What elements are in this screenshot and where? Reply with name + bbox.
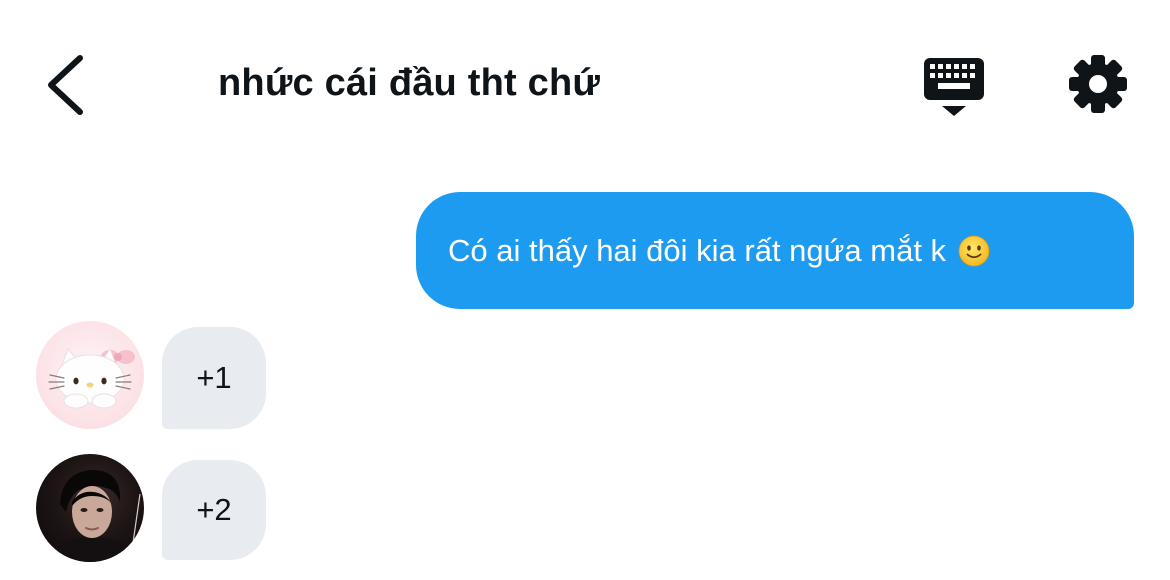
slightly-smiling-face-icon bbox=[958, 235, 990, 266]
avatar[interactable] bbox=[36, 454, 144, 562]
incoming-message-text: +2 bbox=[196, 492, 232, 527]
conversation-title: nhức cái đầu tht chứ bbox=[218, 62, 601, 104]
keyboard-button[interactable] bbox=[918, 52, 990, 122]
person-avatar-icon bbox=[54, 470, 141, 562]
avatar[interactable] bbox=[36, 321, 144, 429]
settings-button[interactable] bbox=[1064, 50, 1132, 118]
incoming-message-text: +1 bbox=[196, 360, 232, 395]
chevron-left-icon bbox=[48, 55, 83, 115]
outgoing-message-text: Có ai thấy hai đôi kia rất ngứa mắt k bbox=[448, 232, 947, 268]
incoming-message-bubble[interactable]: +2 bbox=[162, 460, 266, 560]
back-button[interactable] bbox=[38, 50, 102, 120]
outgoing-message-bubble[interactable]: Có ai thấy hai đôi kia rất ngứa mắt k bbox=[416, 192, 1134, 309]
keyboard-icon bbox=[924, 58, 984, 116]
hello-kitty-avatar-icon bbox=[48, 347, 135, 409]
gear-icon bbox=[1069, 55, 1127, 113]
incoming-message-bubble[interactable]: +1 bbox=[162, 327, 266, 429]
